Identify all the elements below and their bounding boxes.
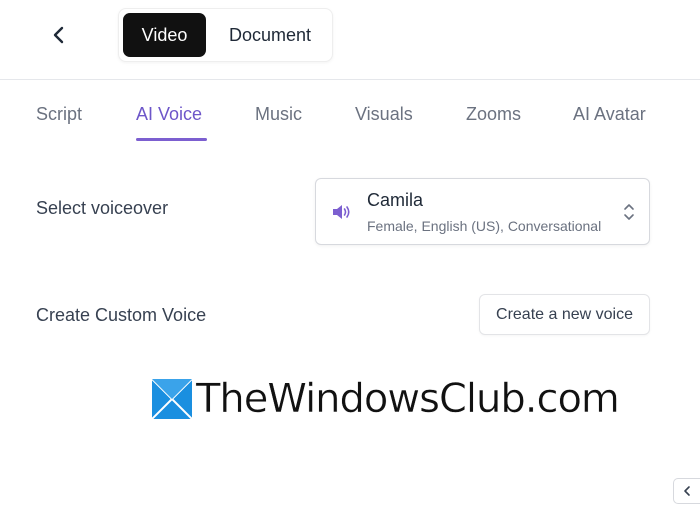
speaker-icon	[333, 205, 350, 219]
create-custom-voice-label: Create Custom Voice	[36, 305, 207, 325]
select-voiceover-label: Select voiceover	[36, 198, 169, 218]
tab-visuals[interactable]: Visuals	[355, 104, 413, 125]
create-new-voice-button[interactable]: Create a new voice	[479, 294, 650, 335]
mode-document-button[interactable]: Document	[215, 13, 325, 57]
top-header: Video Document	[0, 0, 700, 80]
tab-ai-avatar[interactable]: AI Avatar	[573, 104, 646, 125]
mode-toggle: Video Document	[118, 8, 333, 62]
select-chevrons-icon	[624, 204, 634, 220]
chevron-left-icon	[53, 26, 64, 44]
collapse-panel-button[interactable]	[673, 478, 700, 504]
watermark-text: TheWindowsClub.com	[196, 376, 620, 422]
mode-video-button[interactable]: Video	[123, 13, 206, 57]
tab-bar: Script AI Voice Music Visuals Zooms AI A…	[0, 100, 700, 144]
selected-voice-name: Camila	[367, 190, 424, 210]
tab-zooms[interactable]: Zooms	[466, 104, 521, 125]
selected-voice-description: Female, English (US), Conversational	[367, 218, 602, 234]
watermark: TheWindowsClub.com	[152, 376, 620, 422]
back-button[interactable]	[44, 20, 74, 50]
active-tab-indicator	[136, 138, 207, 141]
tab-script[interactable]: Script	[36, 104, 82, 125]
chevron-left-small-icon	[684, 486, 690, 496]
windows-club-logo-icon	[152, 379, 192, 419]
voiceover-select[interactable]: Camila Female, English (US), Conversatio…	[315, 178, 650, 245]
tab-ai-voice[interactable]: AI Voice	[136, 104, 202, 125]
tab-music[interactable]: Music	[255, 104, 302, 125]
